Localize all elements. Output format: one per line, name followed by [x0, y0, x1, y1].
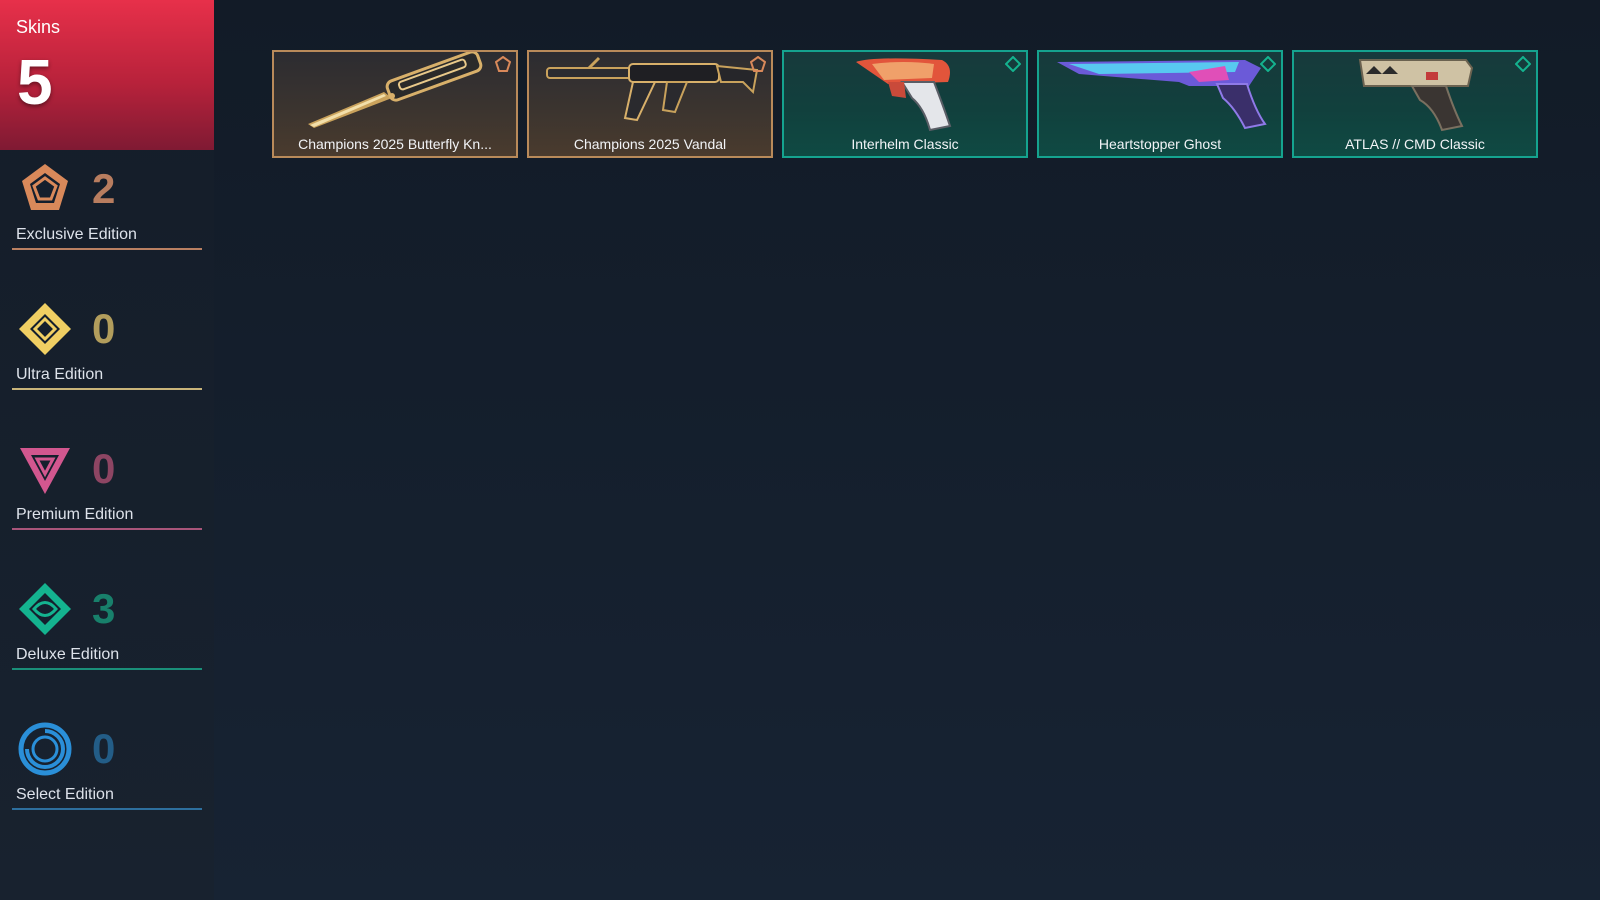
total-skins-card: Skins 5	[0, 0, 214, 150]
tier-deluxe[interactable]: 3 Deluxe Edition	[12, 580, 202, 670]
skin-name: ATLAS // CMD Classic	[1345, 136, 1485, 152]
tier-select-count: 0	[92, 725, 116, 772]
ultra-edition-icon	[19, 303, 71, 355]
exclusive-edition-icon	[750, 56, 766, 72]
deluxe-edition-icon	[19, 583, 71, 635]
skin-card-interhelm-classic[interactable]: Interhelm Classic	[782, 50, 1028, 158]
vandal-rifle-art	[546, 56, 759, 122]
skin-card-champions-2025-butterfly-knife[interactable]: Champions 2025 Butterfly Kn...	[272, 50, 518, 158]
tier-premium-count: 0	[92, 445, 116, 492]
skins-collection-screen: Skins 5 2 Exclusive Edition 0 Ultra Edit…	[0, 0, 1600, 900]
skin-name: Heartstopper Ghost	[1098, 136, 1222, 152]
skin-name: Champions 2025 Butterfly Kn...	[298, 136, 492, 152]
tier-exclusive-count: 2	[92, 165, 116, 212]
atlas-classic-pistol-art	[1358, 59, 1474, 132]
tier-exclusive[interactable]: 2 Exclusive Edition	[12, 160, 202, 250]
tier-select[interactable]: 0 Select Edition	[12, 720, 202, 810]
tier-premium-label: Premium Edition	[16, 506, 134, 523]
tier-select-label: Select Edition	[16, 786, 114, 803]
skin-card-heartstopper-ghost[interactable]: Heartstopper Ghost	[1037, 50, 1283, 158]
skin-card-atlas-cmd-classic[interactable]: ATLAS // CMD Classic	[1292, 50, 1538, 158]
exclusive-edition-icon	[22, 164, 68, 210]
tier-ultra[interactable]: 0 Ultra Edition	[12, 300, 202, 390]
skin-name: Champions 2025 Vandal	[573, 136, 727, 152]
exclusive-edition-icon	[495, 56, 511, 72]
tier-ultra-label: Ultra Edition	[16, 366, 104, 383]
edition-sidebar: Skins 5 2 Exclusive Edition 0 Ultra Edit…	[0, 0, 214, 900]
premium-edition-icon	[20, 448, 70, 494]
select-edition-icon	[18, 722, 72, 776]
ghost-pistol-art	[1057, 60, 1267, 130]
tier-exclusive-label: Exclusive Edition	[16, 226, 137, 243]
skin-name: Interhelm Classic	[851, 136, 959, 152]
tier-deluxe-count: 3	[92, 585, 116, 632]
skin-grid: Champions 2025 Butterfly Kn... Champions…	[272, 50, 1538, 158]
tier-deluxe-label: Deluxe Edition	[16, 646, 120, 663]
total-skins-count: 5	[17, 46, 53, 118]
skin-card-champions-2025-vandal[interactable]: Champions 2025 Vandal	[527, 50, 773, 158]
deluxe-edition-icon	[1005, 56, 1021, 72]
deluxe-edition-icon	[1515, 56, 1531, 72]
tier-premium[interactable]: 0 Premium Edition	[12, 440, 202, 530]
total-skins-label: Skins	[16, 17, 61, 37]
deluxe-edition-icon	[1260, 56, 1276, 72]
butterfly-knife-art	[308, 52, 483, 128]
classic-pistol-art	[856, 58, 952, 132]
tier-ultra-count: 0	[92, 305, 116, 352]
